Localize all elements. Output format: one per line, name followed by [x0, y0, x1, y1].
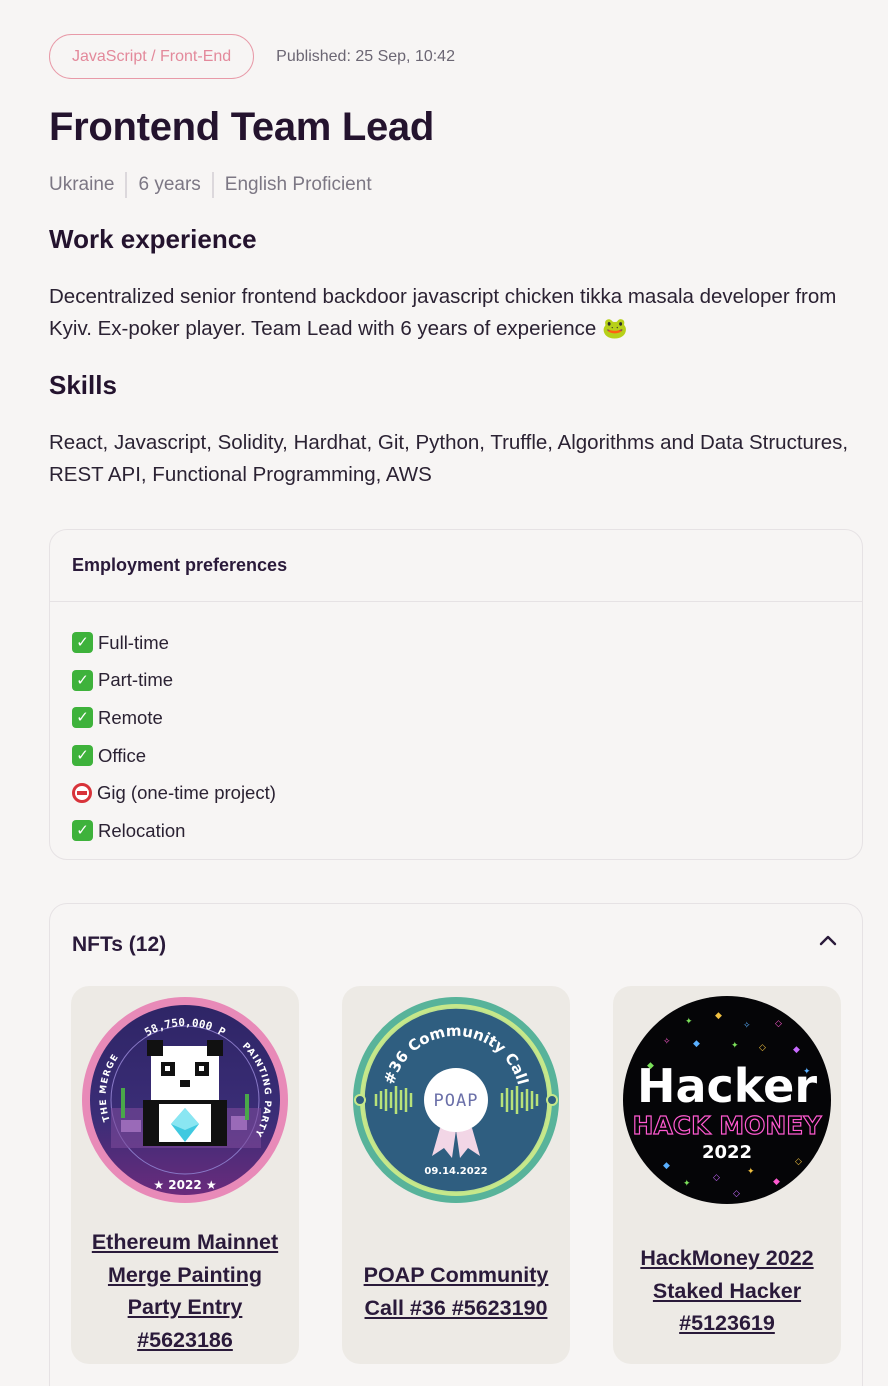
employment-preferences-heading: Employment preferences	[50, 530, 862, 602]
preference-label: Gig (one-time project)	[97, 782, 276, 804]
svg-text:◆: ◆	[715, 1011, 722, 1021]
preference-item: ✓ Part-time	[72, 662, 840, 700]
preference-label: Office	[98, 744, 146, 766]
svg-text:✦: ✦	[685, 1017, 693, 1027]
preference-label: Full-time	[98, 631, 169, 653]
nft-item[interactable]: ✦ ◆ ✧ ◇ ✧ ◆ ✦ ◇ ◆ ◆ ✦ ◆ ✦ ◇ ✦ ◆ ◇ ◇ Hack…	[613, 986, 841, 1364]
candidate-meta: Ukraine 6 years English Proficient	[49, 171, 863, 199]
nft-title-link[interactable]: HackMoney 2022 Staked Hacker #5123619	[620, 1242, 834, 1340]
no-entry-icon	[72, 783, 92, 804]
nft-title-link[interactable]: Ethereum Mainnet Merge Painting Party En…	[79, 1226, 291, 1356]
svg-text:✦: ✦	[731, 1041, 739, 1051]
nfts-card: NFTs (12) 58,750,000 P THE MERGE PAINTIN…	[49, 903, 863, 1386]
nfts-header: NFTs (12)	[50, 904, 862, 986]
svg-text:◆: ◆	[793, 1045, 800, 1055]
collapse-button[interactable]	[816, 928, 840, 952]
check-icon: ✓	[72, 820, 93, 842]
nft-badge-text: HACK MONEY	[633, 1111, 823, 1140]
skills-text: React, Javascript, Solidity, Hardhat, Gi…	[49, 431, 849, 486]
chevron-up-icon	[819, 935, 837, 946]
preference-item: ✓ Full-time	[72, 624, 840, 662]
profile-main: JavaScript / Front-End Published: 25 Sep…	[49, 34, 863, 491]
meta-divider	[125, 172, 128, 198]
category-tag[interactable]: JavaScript / Front-End	[49, 34, 255, 79]
svg-text:◇: ◇	[713, 1173, 720, 1183]
svg-text:✧: ✧	[663, 1037, 671, 1047]
header-row: JavaScript / Front-End Published: 25 Sep…	[49, 34, 863, 79]
svg-text:◇: ◇	[775, 1019, 782, 1029]
preference-item: ✓ Office	[72, 737, 840, 775]
nft-badge-text: 09.14.2022	[424, 1166, 487, 1177]
nft-badge-text: POAP	[434, 1091, 479, 1111]
published-date: Published: 25 Sep, 10:42	[276, 47, 455, 65]
nft-image-poap-community-call: #36 Community Call POAP 09.14.2022	[353, 997, 559, 1203]
meta-experience: 6 years	[138, 174, 201, 195]
preference-item: ✓ Relocation	[72, 812, 840, 850]
page-title: Frontend Team Lead	[49, 105, 435, 149]
svg-text:✦: ✦	[683, 1179, 691, 1189]
nft-title-link[interactable]: POAP Community Call #36 #5623190	[346, 1259, 566, 1324]
employment-preferences-list: ✓ Full-time ✓ Part-time ✓ Remote ✓ Office Gi…	[50, 602, 862, 850]
svg-text:✦: ✦	[747, 1167, 755, 1177]
preference-label: Part-time	[98, 669, 174, 691]
meta-divider	[211, 172, 214, 198]
nft-image-hackmoney-hacker: ✦ ◆ ✧ ◇ ✧ ◆ ✦ ◇ ◆ ◆ ✦ ◆ ✦ ◇ ✦ ◆ ◇ ◇ Hack…	[623, 996, 831, 1204]
meta-location: Ukraine	[49, 174, 115, 195]
nft-grid: 58,750,000 P THE MERGE PAINTING PARTY ★ …	[71, 986, 841, 1364]
nft-badge-text: Hacker	[637, 1059, 817, 1113]
meta-english: English Proficient	[224, 174, 372, 195]
svg-text:◆: ◆	[693, 1039, 700, 1049]
nft-badge-text: 2022	[702, 1142, 752, 1163]
check-icon: ✓	[72, 707, 93, 729]
svg-text:◇: ◇	[759, 1043, 766, 1053]
svg-text:◇: ◇	[795, 1157, 802, 1167]
nft-badge-text: ★ 2022 ★	[153, 1178, 216, 1192]
check-icon: ✓	[72, 669, 93, 691]
svg-text:✧: ✧	[743, 1021, 751, 1031]
check-icon: ✓	[72, 745, 93, 767]
skills-heading: Skills	[49, 370, 117, 400]
work-experience-heading: Work experience	[49, 224, 257, 254]
work-experience-text: Decentralized senior frontend backdoor j…	[49, 285, 837, 340]
svg-text:◆: ◆	[773, 1177, 780, 1187]
employment-preferences-card: Employment preferences ✓ Full-time ✓ Part-…	[49, 529, 863, 860]
preference-item: Gig (one-time project)	[72, 774, 840, 812]
nft-item[interactable]: #36 Community Call POAP 09.14.2022 POAP …	[342, 986, 570, 1364]
preference-item: ✓ Remote	[72, 699, 840, 737]
svg-text:◇: ◇	[733, 1189, 740, 1199]
preference-label: Relocation	[98, 819, 186, 841]
preference-label: Remote	[98, 706, 163, 728]
check-icon: ✓	[72, 632, 93, 654]
nft-image-merge-panda: 58,750,000 P THE MERGE PAINTING PARTY ★ …	[82, 997, 288, 1203]
nfts-heading: NFTs (12)	[72, 933, 167, 956]
svg-text:◆: ◆	[663, 1161, 670, 1171]
nft-item[interactable]: 58,750,000 P THE MERGE PAINTING PARTY ★ …	[71, 986, 299, 1364]
